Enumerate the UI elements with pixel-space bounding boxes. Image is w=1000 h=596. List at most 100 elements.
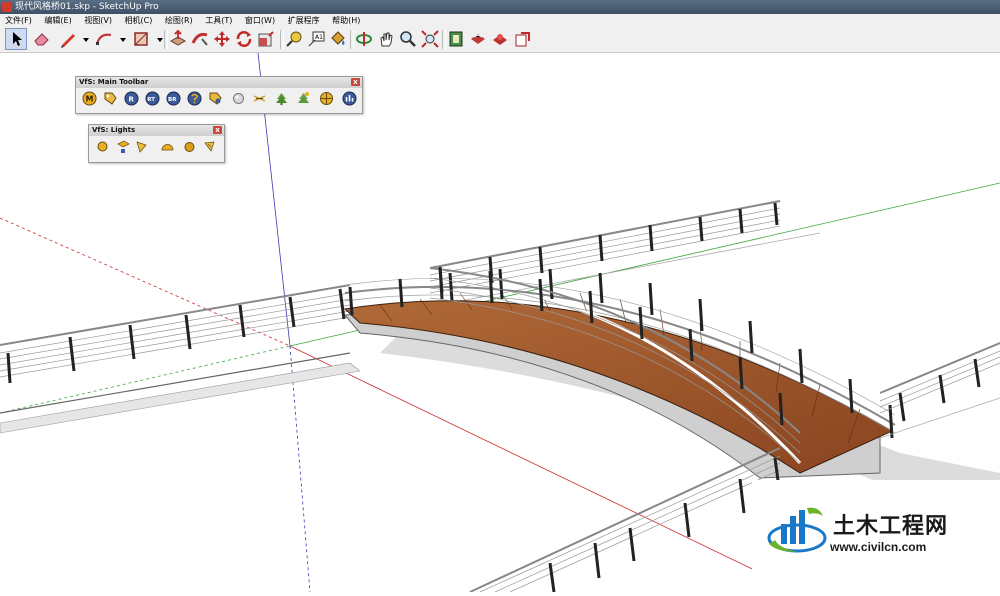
rotate-icon xyxy=(236,31,252,47)
sphere-light-button[interactable] xyxy=(182,139,197,154)
pan-tool-button[interactable] xyxy=(376,29,396,49)
move-tool-button[interactable] xyxy=(212,29,232,49)
vfs-frame-buffer-button[interactable] xyxy=(342,91,357,106)
sphere-icon xyxy=(233,93,244,104)
vfs-plane-button[interactable] xyxy=(252,91,267,106)
push-pull-tool-button[interactable] xyxy=(168,29,188,49)
omni-light-button[interactable] xyxy=(95,139,110,154)
scale-tool-button[interactable] xyxy=(256,29,276,49)
spot-light-button[interactable] xyxy=(134,139,149,154)
hand-icon xyxy=(380,32,393,47)
vfs-lights-palette[interactable]: VfS: Lights x xyxy=(88,124,225,163)
civilcn-watermark: 土木工程网 www.civilcn.com xyxy=(752,480,1000,592)
window-title: 现代风格桥01.skp - SketchUp Pro xyxy=(15,2,159,12)
left-walkway-deck xyxy=(0,362,361,434)
zoom-extents-icon xyxy=(421,30,439,48)
dimension-tool-button[interactable]: A1 xyxy=(306,29,326,49)
vfs-fur-button[interactable] xyxy=(319,91,334,106)
vfs-lights-close-button[interactable]: x xyxy=(213,126,222,134)
warehouse-button[interactable] xyxy=(446,29,466,49)
vfs-main-toolbar-title[interactable]: VfS: Main Toolbar x xyxy=(76,77,362,88)
line-tool-dropdown[interactable] xyxy=(76,29,89,49)
vfs-proxy-export-button[interactable] xyxy=(274,91,289,106)
vfs-sphere-button[interactable] xyxy=(231,91,246,106)
vfs-lights-buttons xyxy=(89,136,224,158)
paint-bucket-tool-button[interactable] xyxy=(328,29,348,49)
svg-text:RT: RT xyxy=(147,97,155,103)
vfs-mat-library-button[interactable] xyxy=(208,91,223,106)
menu-draw[interactable]: 绘图(R) xyxy=(160,14,198,27)
extension-warehouse-button[interactable] xyxy=(490,29,510,49)
front-railing xyxy=(469,447,781,593)
shape-tool-button[interactable] xyxy=(131,29,151,49)
blue-axis-dashed xyxy=(289,345,311,593)
layout-send-button[interactable] xyxy=(512,29,532,49)
material-m-icon: M xyxy=(82,91,97,106)
batch-render-br-icon: BR xyxy=(166,91,181,106)
vfs-help-button[interactable] xyxy=(187,91,202,106)
main-toolbar: A1 xyxy=(0,27,1000,53)
red-axis-dashed xyxy=(0,217,291,347)
title-bar: 现代风格桥01.skp - SketchUp Pro xyxy=(0,0,1000,14)
arc-tool-button[interactable] xyxy=(94,29,114,49)
layout-send-icon xyxy=(515,32,530,47)
vfs-options-button[interactable] xyxy=(103,91,118,106)
right-railing xyxy=(879,342,1000,439)
vfs-main-toolbar-palette[interactable]: VfS: Main Toolbar x M R RT BR xyxy=(75,76,363,114)
eraser-tool-button[interactable] xyxy=(32,29,52,49)
civilcn-logo-icon xyxy=(767,507,827,553)
svg-text:A1: A1 xyxy=(315,34,323,41)
shape-tool-dropdown[interactable] xyxy=(150,29,163,49)
vfs-lights-title-text: VfS: Lights xyxy=(92,126,136,134)
follow-me-tool-button[interactable] xyxy=(190,29,210,49)
menu-tools[interactable]: 工具(T) xyxy=(200,14,237,27)
vfs-render-button[interactable]: R xyxy=(124,91,139,106)
zoom-tool-button[interactable] xyxy=(398,29,418,49)
dropdown-arrow-icon xyxy=(83,38,89,42)
zoom-extents-button[interactable] xyxy=(420,29,440,49)
menu-camera[interactable]: 相机(C) xyxy=(120,14,158,27)
ies-light-button[interactable] xyxy=(202,139,217,154)
menu-bar: 文件(F) 编辑(E) 视图(V) 相机(C) 绘图(R) 工具(T) 窗口(W… xyxy=(0,14,1000,27)
menu-edit[interactable]: 编辑(E) xyxy=(39,14,76,27)
scale-icon xyxy=(258,31,274,47)
rotate-tool-button[interactable] xyxy=(234,29,254,49)
watermark-url: www.civilcn.com xyxy=(830,540,927,554)
select-tool-button[interactable] xyxy=(5,28,27,50)
vfs-batch-render-button[interactable]: BR xyxy=(166,91,181,106)
spot-light-icon xyxy=(136,141,147,153)
share-model-icon xyxy=(471,34,485,44)
orbit-icon xyxy=(356,32,372,46)
magnifier-icon xyxy=(400,31,416,47)
proxy-tree-export-icon xyxy=(276,93,287,105)
fur-crosshair-icon xyxy=(320,92,333,105)
line-tool-button[interactable] xyxy=(58,29,78,49)
menu-extensions[interactable]: 扩展程序 xyxy=(283,14,325,27)
orbit-tool-button[interactable] xyxy=(354,29,374,49)
vfs-render-rt-button[interactable]: RT xyxy=(145,91,160,106)
dimension-text-icon: A1 xyxy=(308,31,325,47)
sphere-light-icon xyxy=(184,142,195,152)
vfs-proxy-import-button[interactable] xyxy=(296,91,311,106)
eraser-icon xyxy=(34,33,49,46)
rectangle-light-icon xyxy=(117,140,130,153)
rectangle-light-button[interactable] xyxy=(116,139,131,154)
menu-view[interactable]: 视图(V) xyxy=(79,14,117,27)
render-r-icon: R xyxy=(124,91,139,106)
menu-file[interactable]: 文件(F) xyxy=(0,14,37,27)
menu-window[interactable]: 窗口(W) xyxy=(240,14,280,27)
share-model-button[interactable] xyxy=(468,29,488,49)
tape-measure-tool-button[interactable] xyxy=(284,29,304,49)
push-pull-icon xyxy=(169,29,187,46)
svg-text:M: M xyxy=(86,95,94,104)
vfs-lights-title[interactable]: VfS: Lights x xyxy=(89,125,224,136)
dropdown-arrow-icon xyxy=(120,38,126,42)
vfs-main-toolbar-close-button[interactable]: x xyxy=(351,78,360,86)
paint-bucket-icon xyxy=(331,31,345,45)
vfs-main-toolbar-buttons: M R RT BR xyxy=(76,88,362,110)
vfs-material-editor-button[interactable]: M xyxy=(82,91,97,106)
arc-tool-dropdown[interactable] xyxy=(113,29,126,49)
arc-icon xyxy=(96,33,112,45)
menu-help[interactable]: 帮助(H) xyxy=(327,14,365,27)
dome-light-button[interactable] xyxy=(160,139,175,154)
